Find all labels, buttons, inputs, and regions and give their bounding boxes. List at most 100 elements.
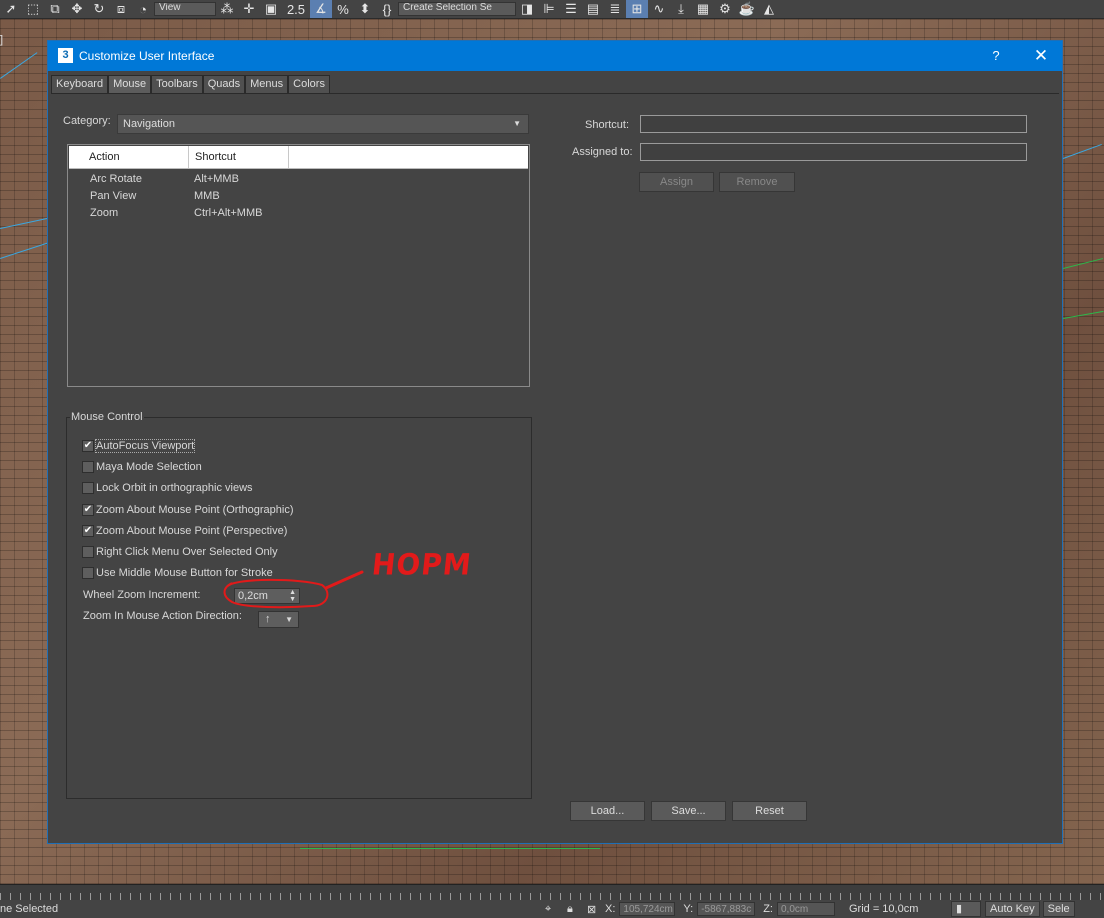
wheel-zoom-spinner[interactable]: 0,2cm ▲ ▼ [234, 588, 300, 604]
keyboard-shortcut-override-icon[interactable]: ▣ [260, 0, 282, 18]
set-key-icon[interactable]: ▮ [950, 901, 981, 917]
chevron-down-icon: ▼ [513, 119, 521, 128]
remove-button[interactable]: Remove [719, 172, 795, 192]
window-crossing-icon[interactable]: ⧉ [44, 0, 66, 18]
render-production-icon[interactable]: ◭ [758, 0, 780, 18]
selected-dropdown[interactable]: Sele [1042, 901, 1075, 917]
column-header-shortcut[interactable]: Shortcut [189, 146, 289, 168]
y-label: Y: [683, 903, 694, 915]
action-name: Zoom [90, 207, 119, 219]
timeline-track[interactable] [0, 884, 1104, 901]
viewport-grid-line [1063, 310, 1104, 319]
mouse-control-title: Mouse Control [70, 411, 144, 423]
help-button[interactable]: ? [981, 41, 1011, 71]
close-button[interactable]: ✕ [1022, 41, 1060, 71]
action-list[interactable]: Action Shortcut Arc Rotate Alt+MMB Pan V… [67, 144, 530, 387]
spinner-arrows-icon[interactable]: ▲ ▼ [289, 589, 296, 603]
snap-value: 2.5 [286, 1, 306, 17]
list-item[interactable]: Zoom Ctrl+Alt+MMB [69, 205, 529, 222]
edit-named-selection-icon[interactable]: {} [376, 0, 398, 18]
auto-key-button[interactable]: Auto Key [984, 901, 1040, 917]
mirror-icon[interactable]: ◨ [516, 0, 538, 18]
option-label: Right Click Menu Over Selected Only [96, 546, 278, 558]
autofocus-viewport-option[interactable]: ✔ AutoFocus Viewport [82, 438, 196, 454]
status-bar: ne Selected ⌖ 🔒︎ ⊠ X: 105,724cm Y: -5867… [0, 900, 1104, 918]
checkbox[interactable] [82, 567, 94, 579]
grid-size: Grid = 10,0cm [848, 903, 919, 915]
snaps-toggle-icon[interactable]: 2.5 [282, 0, 310, 18]
scale-icon[interactable]: ⧈ [110, 0, 132, 18]
layer-explorer-icon[interactable]: ☰ [560, 0, 582, 18]
tab-colors[interactable]: Colors [288, 75, 330, 93]
z-coordinate-field[interactable]: 0,0cm [776, 902, 835, 916]
main-toolbar: ➚ ⬚ ⧉ ✥ ↻ ⧈ ◔ View ⁂ ✛ ▣ 2.5 ∡ % ⬍ {} Cr… [0, 0, 1104, 19]
absolute-mode-icon[interactable]: ⊠ [587, 903, 601, 916]
save-button[interactable]: Save... [651, 801, 726, 821]
category-dropdown[interactable]: Navigation ▼ [117, 114, 529, 134]
pivot-icon[interactable]: ⁂ [216, 0, 238, 18]
list-item[interactable]: Pan View MMB [69, 188, 529, 205]
tab-menus[interactable]: Menus [245, 75, 289, 93]
zoom-ortho-option[interactable]: ✔ Zoom About Mouse Point (Orthographic) [82, 502, 293, 518]
align-icon[interactable]: ⊫ [538, 0, 560, 18]
chevron-down-icon: ▼ [285, 615, 293, 624]
viewport-grid-line [1063, 143, 1102, 159]
angle-snap-icon[interactable]: ∡ [310, 0, 332, 18]
isolate-icon[interactable]: ⌖ [545, 903, 559, 916]
curve-editor-icon[interactable]: ∿ [648, 0, 670, 18]
spinner-snap-icon[interactable]: ⬍ [354, 0, 376, 18]
select-manipulate-icon[interactable]: ✛ [238, 0, 260, 18]
zoom-perspective-option[interactable]: ✔ Zoom About Mouse Point (Perspective) [82, 523, 287, 539]
tab-keyboard[interactable]: Keyboard [51, 75, 109, 93]
layer-manager-icon[interactable]: ⊞ [626, 0, 648, 18]
option-label: Use Middle Mouse Button for Stroke [96, 567, 273, 579]
y-coordinate-field[interactable]: -5867,883c [697, 902, 756, 916]
viewport-grid-line [0, 52, 38, 79]
move-icon[interactable]: ✥ [66, 0, 88, 18]
schematic-view-icon[interactable]: ⤓ [670, 0, 692, 18]
x-coordinate-field[interactable]: 105,724cm [619, 902, 676, 916]
render-setup-icon[interactable]: ⚙ [714, 0, 736, 18]
assigned-to-field[interactable] [640, 143, 1027, 161]
percent-snap-icon[interactable]: % [332, 0, 354, 18]
selection-status: ne Selected [0, 903, 59, 915]
shortcut-input[interactable] [640, 115, 1027, 133]
dialog-titlebar[interactable]: 3 Customize User Interface ? ✕ [48, 41, 1062, 71]
tab-quads[interactable]: Quads [202, 75, 246, 93]
select-region-icon[interactable]: ⬚ [22, 0, 44, 18]
zoom-direction-dropdown[interactable]: ↑ ▼ [258, 611, 299, 628]
load-button[interactable]: Load... [570, 801, 645, 821]
action-name: Arc Rotate [90, 173, 142, 185]
lock-orbit-option[interactable]: Lock Orbit in orthographic views [82, 480, 253, 496]
list-item[interactable]: Arc Rotate Alt+MMB [69, 171, 529, 188]
reference-coordinate-dropdown[interactable]: View [154, 2, 216, 16]
checkbox[interactable] [82, 461, 94, 473]
lock-icon[interactable]: 🔒︎ [567, 903, 581, 916]
middle-mouse-stroke-option[interactable]: Use Middle Mouse Button for Stroke [82, 565, 273, 581]
tab-toolbars[interactable]: Toolbars [151, 75, 203, 93]
right-click-menu-option[interactable]: Right Click Menu Over Selected Only [82, 544, 278, 560]
scene-explorer-icon[interactable]: ≣ [604, 0, 626, 18]
tab-bar: Keyboard Mouse Toolbars Quads Menus Colo… [51, 75, 330, 94]
tab-mouse[interactable]: Mouse [108, 75, 152, 94]
render-frame-icon[interactable]: ☕ [736, 0, 758, 18]
checkbox[interactable]: ✔ [82, 525, 94, 537]
maya-mode-option[interactable]: Maya Mode Selection [82, 459, 202, 475]
app-icon: 3 [58, 48, 73, 63]
checkbox[interactable]: ✔ [82, 440, 94, 452]
viewport-grid-line [300, 848, 600, 849]
option-label: Zoom About Mouse Point (Perspective) [96, 525, 288, 537]
toggle-ribbon-icon[interactable]: ▤ [582, 0, 604, 18]
viewport-label[interactable]: ] [0, 34, 3, 46]
checkbox[interactable]: ✔ [82, 504, 94, 516]
reset-button[interactable]: Reset [732, 801, 807, 821]
material-editor-icon[interactable]: ▦ [692, 0, 714, 18]
select-arrow-icon[interactable]: ➚ [0, 0, 22, 18]
checkbox[interactable] [82, 546, 94, 558]
named-selection-dropdown[interactable]: Create Selection Se [398, 2, 516, 16]
assign-button[interactable]: Assign [639, 172, 714, 192]
rotate-icon[interactable]: ↻ [88, 0, 110, 18]
place-icon[interactable]: ◔ [132, 0, 154, 18]
column-header-action[interactable]: Action [69, 146, 189, 168]
checkbox[interactable] [82, 482, 94, 494]
